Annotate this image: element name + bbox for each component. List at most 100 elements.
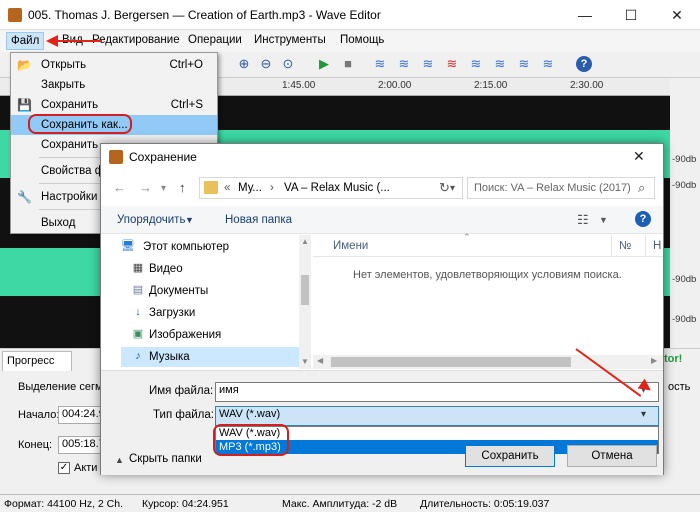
list-scroll-thumb[interactable] bbox=[331, 357, 571, 367]
dialog-close-button[interactable]: ✕ bbox=[633, 148, 645, 165]
recent-chevron-icon[interactable]: ▾ bbox=[161, 183, 166, 194]
waveform-tool-2-icon[interactable]: ≋ bbox=[396, 56, 412, 72]
hide-folders-chevron-icon[interactable]: ▲ bbox=[115, 455, 124, 465]
file-list: Имени ⌃ № Н Нет элементов, удовлетворяющ… bbox=[313, 232, 663, 369]
address-dropdown-icon[interactable]: ▾ bbox=[450, 183, 455, 194]
search-icon[interactable]: ⌕ bbox=[638, 180, 645, 196]
play-icon[interactable]: ▶ bbox=[316, 56, 332, 72]
filetype-label: Тип файла: bbox=[153, 409, 214, 421]
db-scale: -90db -90db -90db -90db bbox=[670, 96, 700, 348]
zoom-in-icon[interactable]: ⊕ bbox=[236, 56, 252, 72]
zoom-fit-icon[interactable]: ⊙ bbox=[280, 56, 296, 72]
column-divider[interactable] bbox=[645, 235, 646, 257]
menu-operations[interactable]: Операции bbox=[188, 34, 242, 46]
end-input[interactable]: 005:18.7 bbox=[58, 436, 102, 454]
tab-progress[interactable]: Прогресс bbox=[2, 351, 72, 371]
floppy-icon: 💾 bbox=[17, 98, 32, 112]
waveform-tool-1-icon[interactable]: ≋ bbox=[372, 56, 388, 72]
refresh-icon[interactable]: ↻ bbox=[439, 180, 450, 196]
column-divider[interactable] bbox=[611, 235, 612, 257]
tree-scroll-thumb[interactable] bbox=[301, 275, 309, 305]
minimize-button[interactable]: — bbox=[562, 0, 608, 30]
view-options-icon[interactable]: ☷ bbox=[577, 212, 589, 228]
view-chevron-icon[interactable]: ▼ bbox=[599, 215, 608, 225]
waveform-tool-5-icon[interactable]: ≋ bbox=[468, 56, 484, 72]
save-dialog: Сохранение ✕ ← → ▾ ↑ « Му... › VA – Rela… bbox=[100, 143, 664, 475]
scroll-down-icon[interactable]: ▼ bbox=[301, 357, 309, 366]
path-segment-folder[interactable]: VA – Relax Music (... bbox=[284, 182, 390, 194]
scroll-right-icon[interactable]: ▶ bbox=[651, 356, 657, 365]
right-tab[interactable]: tor! bbox=[664, 353, 682, 365]
right-panel-text: ость bbox=[668, 381, 691, 393]
scroll-left-icon[interactable]: ◀ bbox=[317, 356, 323, 365]
search-box[interactable]: Поиск: VA – Relax Music (2017) ⌕ bbox=[467, 177, 655, 199]
close-button[interactable]: ✕ bbox=[654, 0, 700, 30]
status-bar: Формат: 44100 Hz, 2 Ch. Курсор: 04:24.95… bbox=[0, 494, 700, 512]
dialog-lower-pane: Имя файла: имя ▾ Тип файла: WAV (*.wav) … bbox=[101, 370, 663, 475]
menu-item-close[interactable]: Закрыть bbox=[11, 75, 217, 95]
video-icon: ▦ bbox=[132, 262, 144, 274]
waveform-tool-6-icon[interactable]: ≋ bbox=[492, 56, 508, 72]
annotation-box-save-as bbox=[28, 114, 132, 134]
menu-item-save[interactable]: 💾 Сохранить Ctrl+S bbox=[11, 95, 217, 115]
annotation-arrowhead bbox=[46, 35, 58, 47]
status-duration: Длительность: 0:05:19.037 bbox=[420, 498, 550, 510]
filetype-chevron-icon[interactable]: ▾ bbox=[641, 409, 646, 420]
help-icon[interactable]: ? bbox=[576, 56, 592, 72]
waveform-tool-3-icon[interactable]: ≋ bbox=[420, 56, 436, 72]
new-folder-button[interactable]: Новая папка bbox=[225, 214, 292, 226]
empty-message: Нет элементов, удовлетворяющих условиям … bbox=[353, 269, 622, 281]
column-n[interactable]: Н bbox=[653, 240, 661, 252]
menu-item-open[interactable]: 📂 Открыть Ctrl+O bbox=[11, 55, 217, 75]
save-button[interactable]: Сохранить bbox=[465, 445, 555, 467]
cancel-button[interactable]: Отмена bbox=[567, 445, 657, 467]
organize-button[interactable]: Упорядочить bbox=[117, 214, 185, 226]
forward-icon[interactable]: → bbox=[139, 180, 152, 195]
timeline-mark: 2:15.00 bbox=[474, 80, 508, 91]
db-label: -90db bbox=[672, 314, 697, 325]
filetype-select[interactable]: WAV (*.wav) bbox=[215, 406, 659, 426]
column-name[interactable]: Имени bbox=[333, 240, 368, 252]
organize-chevron-icon: ▼ bbox=[185, 215, 194, 225]
sort-indicator-icon: ⌃ bbox=[463, 232, 471, 242]
waveform-tool-4-icon[interactable]: ≋ bbox=[444, 56, 460, 72]
tree-item-pictures[interactable]: ▣ Изображения bbox=[131, 325, 319, 345]
start-input[interactable]: 004:24.9 bbox=[58, 406, 102, 424]
computer-icon: 🖥 bbox=[121, 240, 135, 252]
tree-item-this-pc[interactable]: 🖥 Этот компьютер bbox=[121, 237, 309, 257]
timeline-mark: 2:30.00 bbox=[570, 80, 604, 91]
path-overflow[interactable]: « bbox=[224, 182, 230, 194]
menu-help[interactable]: Помощь bbox=[340, 34, 384, 46]
back-icon[interactable]: ← bbox=[113, 180, 126, 195]
active-checkbox[interactable]: ✓ bbox=[58, 462, 70, 474]
path-segment-music[interactable]: Му... bbox=[238, 182, 262, 194]
zoom-out-icon[interactable]: ⊖ bbox=[258, 56, 274, 72]
tree-item-video[interactable]: ▦ Видео bbox=[131, 259, 319, 279]
filename-input[interactable]: имя bbox=[215, 382, 659, 402]
waveform-tool-7-icon[interactable]: ≋ bbox=[516, 56, 532, 72]
menu-bar: Файл Вид Редактирование Операции Инструм… bbox=[0, 30, 700, 52]
menu-tools[interactable]: Инструменты bbox=[254, 34, 326, 46]
stop-icon[interactable]: ■ bbox=[340, 56, 356, 72]
dialog-command-bar: Упорядочить ▼ Новая папка ☷ ▼ ? bbox=[101, 206, 663, 234]
tree-item-music[interactable]: ♪ Музыка bbox=[121, 347, 301, 367]
window-title: 005. Thomas J. Bergersen — Creation of E… bbox=[28, 8, 381, 22]
maximize-button[interactable]: ☐ bbox=[608, 0, 654, 30]
waveform-tool-8-icon[interactable]: ≋ bbox=[540, 56, 556, 72]
list-scrollbar[interactable]: ◀ ▶ bbox=[313, 355, 663, 369]
annotation-arrow-file-menu bbox=[56, 40, 102, 42]
tree-item-documents[interactable]: ▤ Документы bbox=[131, 281, 319, 301]
status-amplitude: Макс. Амплитуда: -2 dB bbox=[282, 498, 398, 510]
address-bar[interactable]: « Му... › VA – Relax Music (... ▾ bbox=[199, 177, 463, 199]
up-icon[interactable]: ↑ bbox=[179, 180, 186, 195]
file-list-header: Имени ⌃ № Н bbox=[313, 232, 663, 257]
dialog-help-icon[interactable]: ? bbox=[635, 211, 651, 227]
column-number[interactable]: № bbox=[619, 240, 631, 252]
menu-file[interactable]: Файл bbox=[6, 32, 45, 50]
db-label: -90db bbox=[672, 180, 697, 191]
menu-edit[interactable]: Редактирование bbox=[92, 34, 180, 46]
tree-item-downloads[interactable]: ↓ Загрузки bbox=[131, 303, 319, 323]
tree-scrollbar[interactable]: ▲ ▼ bbox=[299, 235, 311, 369]
hide-folders-button[interactable]: Скрыть папки bbox=[129, 453, 202, 465]
scroll-up-icon[interactable]: ▲ bbox=[301, 237, 309, 246]
